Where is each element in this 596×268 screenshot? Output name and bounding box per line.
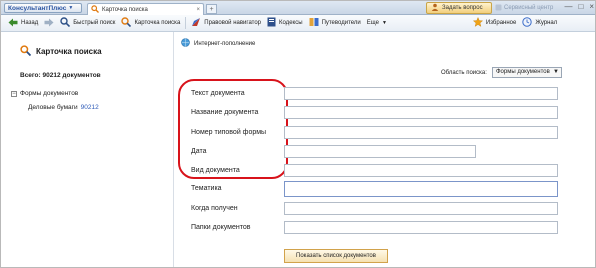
- left-panel-title: Карточка поиска: [20, 45, 102, 58]
- field-input-received[interactable]: [284, 202, 558, 215]
- guides-button[interactable]: Путеводители: [306, 16, 364, 30]
- legal-navigator-button[interactable]: Правовой навигатор: [188, 16, 264, 30]
- search-icon: [91, 4, 99, 15]
- left-panel-title-text: Карточка поиска: [36, 47, 102, 56]
- maximize-icon[interactable]: □: [578, 2, 583, 11]
- legal-navigator-label: Правовой навигатор: [204, 20, 262, 26]
- app-menu-button[interactable]: КонсультантПлюс ▼: [4, 3, 82, 13]
- navigator-icon: [191, 17, 201, 29]
- app-window: КонсультантПлюс ▼ Карточка поиска × + За…: [0, 0, 596, 268]
- tree-node-business-papers[interactable]: Деловые бумаги 90212: [28, 104, 99, 111]
- field-label-folders: Папки документов: [191, 224, 251, 231]
- minimize-icon[interactable]: —: [564, 2, 572, 11]
- tree-node-forms[interactable]: − Формы документов: [11, 90, 78, 97]
- search-card-button[interactable]: Карточка поиска: [118, 16, 183, 30]
- field-label-title: Название документа: [191, 109, 259, 116]
- toolbar-divider: [185, 17, 187, 29]
- field-label-topic: Тематика: [191, 185, 222, 192]
- toolbar: Назад Быстрый поиск Карточка поиска Прав…: [1, 15, 595, 32]
- ask-question-label: Задать вопрос: [442, 5, 483, 11]
- left-panel: Карточка поиска Всего: 90212 документов …: [1, 32, 174, 267]
- codex-book-icon: [267, 17, 276, 29]
- quick-search-label: Быстрый поиск: [73, 20, 116, 26]
- chevron-down-icon: ▼: [553, 69, 559, 75]
- new-tab-button[interactable]: +: [206, 4, 217, 14]
- field-input-form-number[interactable]: [284, 126, 558, 139]
- magnifier-icon: [60, 17, 71, 29]
- field-label-doc-type: Вид документа: [191, 167, 240, 174]
- chevron-down-icon: ▼: [381, 20, 387, 26]
- field-label-text: Текст документа: [191, 90, 245, 97]
- tree-node-forms-label: Формы документов: [20, 90, 79, 97]
- journal-button[interactable]: Журнал: [519, 16, 560, 30]
- total-documents: Всего: 90212 документов: [20, 72, 101, 79]
- field-input-text[interactable]: [284, 87, 558, 100]
- field-input-topic[interactable]: [284, 181, 558, 197]
- forward-arrow-icon: [44, 18, 54, 29]
- close-icon[interactable]: ×: [196, 7, 200, 13]
- journal-label: Журнал: [535, 20, 558, 26]
- field-label-date: Дата: [191, 148, 207, 155]
- more-menu-button[interactable]: Еще ▼: [364, 16, 390, 30]
- guides-icon: [309, 17, 319, 29]
- favorites-label: Избранное: [485, 20, 517, 26]
- globe-icon: [181, 38, 190, 49]
- field-input-doc-type[interactable]: [284, 164, 558, 177]
- person-icon: [431, 3, 439, 13]
- field-input-title[interactable]: [284, 106, 558, 119]
- guides-label: Путеводители: [321, 20, 361, 26]
- field-label-received: Когда получен: [191, 205, 238, 212]
- show-documents-button[interactable]: Показать список документов: [284, 249, 388, 263]
- back-arrow-icon: [8, 18, 18, 29]
- collapse-toggle-icon[interactable]: −: [11, 90, 17, 97]
- search-area-value: Формы документов: [496, 69, 550, 75]
- chevron-down-icon: ▼: [68, 5, 74, 11]
- tab-search-card[interactable]: Карточка поиска ×: [87, 3, 204, 15]
- search-card-icon: [20, 45, 32, 58]
- star-icon: [472, 16, 484, 29]
- close-window-icon[interactable]: ×: [589, 2, 594, 11]
- search-card-icon: [121, 17, 132, 29]
- tab-bar: КонсультантПлюс ▼ Карточка поиска × + За…: [1, 1, 595, 15]
- app-brand: КонсультантПлюс: [8, 4, 67, 12]
- search-card-label: Карточка поиска: [134, 20, 181, 26]
- back-label: Назад: [21, 20, 39, 26]
- field-input-folders[interactable]: [284, 221, 558, 234]
- ask-question-button[interactable]: Задать вопрос: [426, 2, 492, 14]
- tree-node-count: 90212: [80, 104, 99, 111]
- back-button[interactable]: Назад: [5, 16, 41, 30]
- service-center-link[interactable]: Сервисный центр: [495, 3, 553, 13]
- more-label: Еще: [366, 20, 379, 26]
- codexes-label: Кодексы: [279, 20, 303, 26]
- clock-icon: [522, 17, 533, 29]
- internet-update-link[interactable]: Интернет-пополнение: [181, 38, 255, 49]
- window-controls: — □ ×: [564, 2, 594, 11]
- internet-update-label: Интернет-пополнение: [194, 40, 256, 47]
- field-input-date[interactable]: [284, 145, 476, 158]
- search-area-select[interactable]: Формы документов ▼: [492, 67, 562, 78]
- tab-label: Карточка поиска: [102, 6, 148, 13]
- search-area-label: Область поиска:: [441, 70, 487, 76]
- service-center-label: Сервисный центр: [504, 5, 554, 11]
- tree-node-business-papers-label: Деловые бумаги: [28, 104, 78, 111]
- quick-search-button[interactable]: Быстрый поиск: [57, 16, 118, 30]
- search-card-form: Интернет-пополнение Область поиска: Форм…: [175, 32, 595, 267]
- forward-button[interactable]: [41, 16, 57, 30]
- favorites-button[interactable]: Избранное: [470, 16, 519, 30]
- tools-icon: [495, 4, 502, 13]
- field-label-form-number: Номер типовой формы: [191, 129, 267, 136]
- codexes-button[interactable]: Кодексы: [264, 16, 306, 30]
